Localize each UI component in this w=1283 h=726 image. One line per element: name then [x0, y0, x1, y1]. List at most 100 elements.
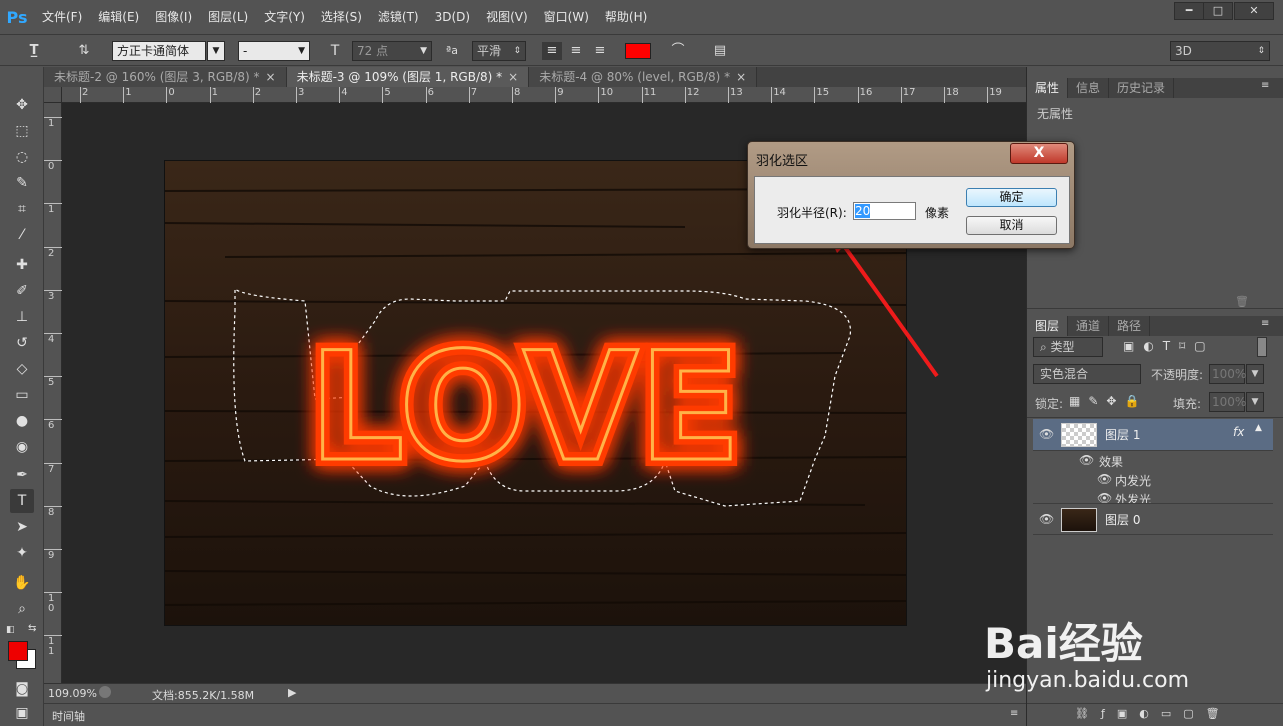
- visibility-eye-icon[interactable]: 👁: [1039, 512, 1054, 526]
- panel-menu-icon[interactable]: ≡: [1261, 80, 1269, 91]
- type-tool-preset-icon[interactable]: T̲: [24, 42, 44, 60]
- menu-window[interactable]: 窗口(W): [536, 0, 597, 34]
- menu-type[interactable]: 文字(Y): [256, 0, 313, 34]
- move-tool-icon[interactable]: ✥: [10, 93, 34, 117]
- layer-filter-select[interactable]: ⌕ 类型: [1033, 337, 1103, 357]
- visibility-eye-icon[interactable]: 👁: [1039, 427, 1054, 441]
- horizontal-ruler[interactable]: 2 1 0 1 2 3 4 5 6 7 8 9 10 11 12 13 14 15 16 17 18 19: [62, 87, 1026, 103]
- tab-properties[interactable]: 属性: [1027, 78, 1069, 98]
- quick-select-tool-icon[interactable]: ✎: [10, 171, 34, 195]
- menu-select[interactable]: 选择(S): [313, 0, 370, 34]
- tab-document-4[interactable]: 未标题-4 @ 80% (level, RGB/8) * ×: [529, 67, 758, 87]
- maximize-button[interactable]: □: [1203, 2, 1233, 20]
- effects-row[interactable]: 👁 效果: [1033, 451, 1273, 470]
- font-style-select[interactable]: - ▼: [238, 41, 310, 61]
- tab-history[interactable]: 历史记录: [1109, 78, 1175, 98]
- visibility-eye-icon[interactable]: 👁: [1079, 453, 1094, 467]
- font-family-select[interactable]: 方正卡通简体: [112, 41, 206, 61]
- close-tab-icon[interactable]: ×: [736, 70, 746, 84]
- workspace-select[interactable]: 3D ⇕: [1170, 41, 1270, 61]
- tab-paths[interactable]: 路径: [1109, 316, 1151, 336]
- align-center-icon[interactable]: ≡: [566, 42, 586, 60]
- stamp-tool-icon[interactable]: ⊥: [10, 305, 34, 329]
- dialog-close-button[interactable]: X: [1010, 143, 1068, 164]
- feather-radius-input[interactable]: 20: [853, 202, 916, 220]
- collapse-effects-icon[interactable]: ▲: [1255, 423, 1262, 433]
- blend-mode-select[interactable]: 实色混合: [1033, 364, 1141, 384]
- panel-menu-icon[interactable]: ≡: [1010, 708, 1018, 719]
- screen-mode-icon[interactable]: ▣: [10, 701, 34, 725]
- effect-inner-glow[interactable]: 👁 内发光: [1033, 470, 1273, 489]
- menu-layer[interactable]: 图层(L): [200, 0, 256, 34]
- font-size-select[interactable]: 72 点 ▼: [352, 41, 432, 61]
- zoom-tool-icon[interactable]: ⌕: [10, 597, 34, 621]
- tab-document-3[interactable]: 未标题-3 @ 109% (图层 1, RGB/8) * ×: [286, 67, 530, 87]
- cancel-button[interactable]: 取消: [966, 216, 1057, 235]
- zoom-level[interactable]: 109.09%: [48, 687, 97, 700]
- layers-footer-icons[interactable]: ⛓ƒ▣◐▭▢🗑: [1075, 707, 1232, 720]
- filter-toggle[interactable]: [1257, 337, 1267, 357]
- panel-menu-icon[interactable]: ≡: [1261, 318, 1269, 329]
- ruler-origin[interactable]: [44, 87, 62, 103]
- pen-tool-icon[interactable]: ✒: [10, 463, 34, 487]
- close-tab-icon[interactable]: ×: [508, 70, 518, 84]
- antialias-select[interactable]: 平滑 ⇕: [472, 41, 526, 61]
- vertical-ruler[interactable]: 101234567891 01 1: [44, 103, 62, 683]
- lock-icons[interactable]: ▦✎✥🔒: [1069, 394, 1147, 408]
- ok-button[interactable]: 确定: [966, 188, 1057, 207]
- default-colors-icon[interactable]: ◧: [6, 625, 15, 635]
- warp-text-icon[interactable]: ⌒: [668, 42, 688, 60]
- text-color-swatch[interactable]: [625, 43, 651, 59]
- menu-file[interactable]: 文件(F): [34, 0, 90, 34]
- path-select-tool-icon[interactable]: ➤: [10, 515, 34, 539]
- crop-tool-icon[interactable]: ⌗: [10, 197, 34, 221]
- tab-channels[interactable]: 通道: [1068, 316, 1110, 336]
- opacity-dropdown-icon[interactable]: ▼: [1246, 364, 1264, 384]
- menu-help[interactable]: 帮助(H): [597, 0, 655, 34]
- history-brush-tool-icon[interactable]: ↺: [10, 331, 34, 355]
- foreground-color-swatch[interactable]: [8, 641, 28, 661]
- healing-brush-tool-icon[interactable]: ✚: [10, 253, 34, 277]
- type-tool-icon[interactable]: T: [10, 489, 34, 513]
- timeline-label[interactable]: 时间轴: [52, 708, 85, 724]
- align-right-icon[interactable]: ≡: [590, 42, 610, 60]
- blur-tool-icon[interactable]: ●: [10, 409, 34, 433]
- dodge-tool-icon[interactable]: ◉: [10, 435, 34, 459]
- fill-input[interactable]: 100%: [1209, 392, 1246, 412]
- trash-icon[interactable]: 🗑: [1235, 295, 1249, 308]
- hand-tool-icon[interactable]: ✋: [10, 571, 34, 595]
- shape-tool-icon[interactable]: ✦: [10, 541, 34, 565]
- eraser-tool-icon[interactable]: ◇: [10, 357, 34, 381]
- menu-3d[interactable]: 3D(D): [427, 0, 478, 34]
- menu-filter[interactable]: 滤镜(T): [370, 0, 427, 34]
- status-menu-arrow-icon[interactable]: ▶: [288, 686, 296, 699]
- tab-document-2[interactable]: 未标题-2 @ 160% (图层 3, RGB/8) * ×: [44, 67, 287, 87]
- lasso-tool-icon[interactable]: ◌: [10, 145, 34, 169]
- minimize-button[interactable]: ━: [1174, 2, 1204, 20]
- quick-mask-icon[interactable]: ◙: [10, 677, 34, 701]
- fill-dropdown-icon[interactable]: ▼: [1246, 392, 1264, 412]
- visibility-eye-icon[interactable]: 👁: [1097, 472, 1112, 486]
- close-window-button[interactable]: ✕: [1234, 2, 1274, 20]
- tab-layers[interactable]: 图层: [1027, 316, 1069, 336]
- character-panel-icon[interactable]: ▤: [710, 42, 730, 60]
- eyedropper-tool-icon[interactable]: ⁄: [10, 223, 34, 247]
- share-icon[interactable]: [99, 686, 111, 698]
- layer-filter-icons[interactable]: ▣◐T⌑▢: [1123, 339, 1215, 353]
- align-left-icon[interactable]: ≡: [542, 42, 562, 60]
- swap-colors-icon[interactable]: ⇆: [28, 623, 36, 634]
- gradient-tool-icon[interactable]: ▭: [10, 383, 34, 407]
- menu-view[interactable]: 视图(V): [478, 0, 536, 34]
- menu-image[interactable]: 图像(I): [147, 0, 200, 34]
- marquee-tool-icon[interactable]: ⬚: [10, 119, 34, 143]
- layer-row-1[interactable]: 👁 图层 1 fx ▲: [1033, 419, 1273, 451]
- layer-row-0[interactable]: 👁 图层 0: [1033, 503, 1273, 535]
- fx-icon[interactable]: fx: [1233, 425, 1244, 439]
- tab-info[interactable]: 信息: [1068, 78, 1110, 98]
- menu-edit[interactable]: 编辑(E): [90, 0, 147, 34]
- font-family-dropdown-icon[interactable]: ▼: [207, 41, 225, 61]
- close-tab-icon[interactable]: ×: [266, 70, 276, 84]
- toggle-text-orientation-icon[interactable]: ⇅: [74, 42, 94, 60]
- opacity-input[interactable]: 100%: [1209, 364, 1246, 384]
- brush-tool-icon[interactable]: ✐: [10, 279, 34, 303]
